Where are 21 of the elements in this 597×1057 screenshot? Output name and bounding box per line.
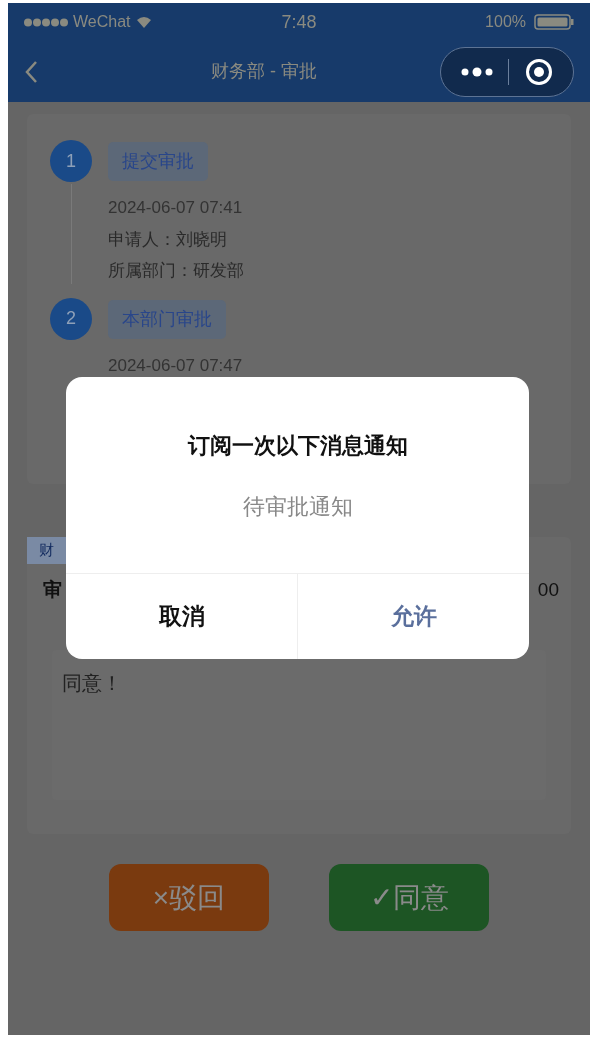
more-icon[interactable] (460, 65, 493, 78)
battery-text: 100% (485, 12, 526, 32)
review-title: 审 (43, 577, 62, 602)
signal-icon (24, 17, 68, 27)
step-detail: 申请人：刘晓明 (108, 228, 228, 251)
step-number: 2 (50, 297, 92, 340)
allow-button[interactable]: 允许 (297, 574, 529, 659)
capsule-menu[interactable] (440, 46, 574, 97)
status-time: 7:48 (281, 10, 317, 34)
back-icon[interactable] (24, 59, 38, 84)
dialog-item: 待审批通知 (242, 493, 353, 521)
reject-button[interactable]: ×驳回 (109, 864, 269, 931)
review-amount: 00 (537, 577, 559, 602)
page-title: 财务部 - 审批 (211, 60, 317, 83)
step-detail: 所属部门：研发部 (108, 260, 244, 282)
battery-icon (534, 14, 574, 30)
approve-button[interactable]: ✓同意 (329, 864, 489, 931)
dialog-title: 订阅一次以下消息通知 (187, 432, 408, 460)
carrier-text: WeChat (73, 12, 131, 32)
wifi-icon (135, 16, 152, 28)
step-number: 1 (50, 140, 92, 182)
